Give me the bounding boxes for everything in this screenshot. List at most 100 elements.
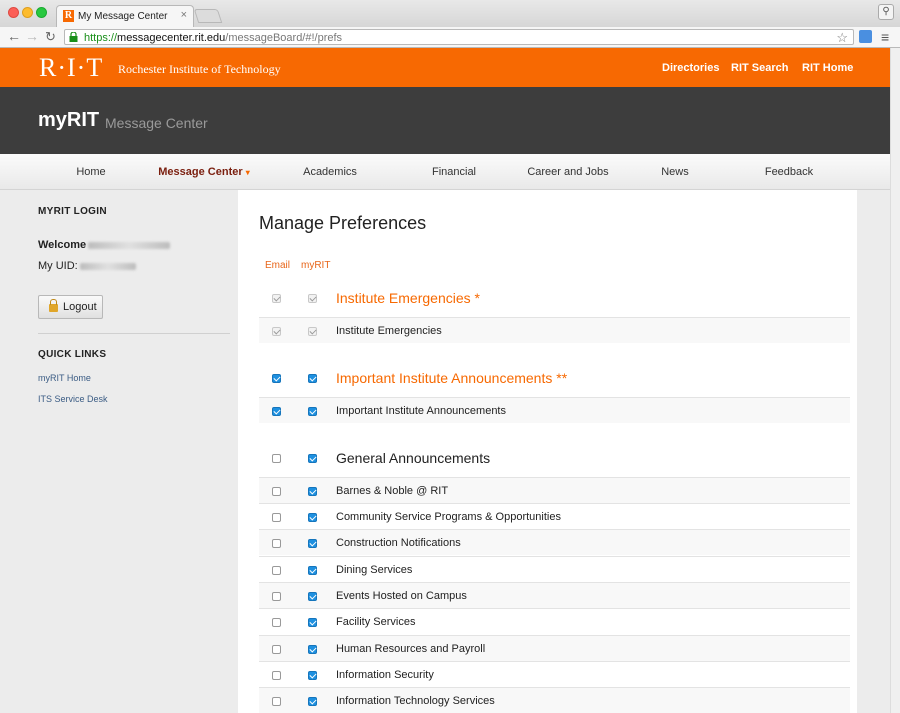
table-row: Barnes & Noble @ RIT [259,477,850,503]
main-content: Manage Preferences Email myRIT Institute… [238,190,857,713]
uid-text: My UID: [38,260,136,272]
row-9-myrit-checkbox[interactable] [308,671,317,680]
table-row: Human Resources and Payroll [259,635,850,661]
nav-career-and-jobs[interactable]: Career and Jobs [527,166,608,178]
logout-button[interactable]: Logout [38,295,103,319]
close-window-button[interactable] [8,7,19,18]
nav-academics[interactable]: Academics [303,166,357,178]
page-scrollbar[interactable] [890,48,900,713]
group-institute-emergencies: Institute Emergencies * [259,284,850,318]
quick-link-its-service-desk[interactable]: ITS Service Desk [38,394,108,404]
row-1-email-checkbox[interactable] [272,407,281,416]
redacted-uid [79,262,136,270]
minimize-window-button[interactable] [22,7,33,18]
browser-tabstrip: R My Message Center × ⚲ [0,0,900,27]
table-row: Community Service Programs & Opportuniti… [259,503,850,529]
row-1-myrit-checkbox[interactable] [308,407,317,416]
rit-home-link[interactable]: RIT Home [802,62,853,74]
nav-feedback[interactable]: Feedback [765,166,813,178]
row-4-email-checkbox[interactable] [272,539,281,548]
row-label: Dining Services [336,564,413,576]
app-subtitle: Message Center [105,115,208,131]
address-bar[interactable]: https://messagecenter.rit.edu/messageBoa… [64,29,854,45]
row-6-myrit-checkbox[interactable] [308,592,317,601]
row-0-myrit-checkbox [308,327,317,336]
caret-down-icon: ▾ [245,168,250,177]
group-important-announcements: Important Institute Announcements ** [259,364,850,398]
row-3-myrit-checkbox[interactable] [308,513,317,522]
rit-favicon-icon: R [63,10,74,22]
group-general-announcements: General Announcements [259,444,850,478]
group-2-myrit-checkbox[interactable] [308,454,317,463]
group-2-email-checkbox[interactable] [272,454,281,463]
table-row: Important Institute Announcements [259,397,850,423]
row-label: Facility Services [336,616,416,628]
browser-tab[interactable]: R My Message Center × [56,5,194,27]
row-8-email-checkbox[interactable] [272,645,281,654]
nav-home[interactable]: Home [76,166,105,178]
extension-icon[interactable] [859,30,872,43]
group-1-email-checkbox[interactable] [272,374,281,383]
row-label: Barnes & Noble @ RIT [336,485,449,497]
row-label: Institute Emergencies [336,325,442,337]
lock-icon [49,299,58,312]
row-9-email-checkbox[interactable] [272,671,281,680]
row-5-myrit-checkbox[interactable] [308,566,317,575]
myrit-column-header: myRIT [301,260,331,271]
forward-arrow-icon[interactable]: → [25,28,39,44]
row-label: Information Technology Services [336,695,495,707]
row-label: Human Resources and Payroll [336,643,486,655]
zoom-window-button[interactable] [36,7,47,18]
row-8-myrit-checkbox[interactable] [308,645,317,654]
row-10-email-checkbox[interactable] [272,697,281,706]
row-2-email-checkbox[interactable] [272,487,281,496]
row-7-myrit-checkbox[interactable] [308,618,317,627]
row-label: Events Hosted on Campus [336,590,467,602]
page-title: Manage Preferences [259,213,427,233]
nav-financial[interactable]: Financial [432,166,476,178]
row-7-email-checkbox[interactable] [272,618,281,627]
browser-menu-icon[interactable]: ≡ [881,29,889,45]
institution-name: Rochester Institute of Technology [118,62,281,76]
tab-close-icon[interactable]: × [181,9,187,21]
back-arrow-icon[interactable]: ← [7,28,21,44]
quick-link-myrit-home[interactable]: myRIT Home [38,373,91,383]
email-column-header: Email [265,260,291,271]
row-4-myrit-checkbox[interactable] [308,539,317,548]
table-row: Events Hosted on Campus [259,582,850,608]
new-tab-button[interactable] [193,9,223,23]
group-1-myrit-checkbox[interactable] [308,374,317,383]
quick-links-heading: QUICK LINKS [38,349,107,360]
row-6-email-checkbox[interactable] [272,592,281,601]
reload-icon[interactable]: ↻ [45,29,56,45]
group-label: Important Institute Announcements ** [336,370,568,386]
profile-icon[interactable]: ⚲ [878,4,894,20]
table-row: Information Security [259,661,850,687]
bookmark-star-icon[interactable]: ☆ [836,30,848,46]
nav-news[interactable]: News [661,166,689,178]
table-row: Construction Notifications [259,529,850,555]
tab-title: My Message Center [78,11,168,22]
table-row: Dining Services [259,556,850,582]
secure-lock-icon [69,32,78,42]
browser-toolbar: ← → ↻ https://messagecenter.rit.edu/mess… [0,27,900,48]
table-row: Facility Services [259,608,850,634]
app-title[interactable]: myRIT [38,109,99,132]
table-row: Information Technology Services [259,687,850,713]
welcome-text: Welcome [38,239,171,251]
row-label: Construction Notifications [336,537,461,549]
redacted-name [88,241,171,249]
group-label: Institute Emergencies * [336,290,480,306]
row-5-email-checkbox[interactable] [272,566,281,575]
rit-search-link[interactable]: RIT Search [731,62,788,74]
directories-link[interactable]: Directories [662,62,719,74]
row-10-myrit-checkbox[interactable] [308,697,317,706]
rit-logo[interactable]: R·I·T [39,53,103,83]
row-3-email-checkbox[interactable] [272,513,281,522]
nav-message-center[interactable]: Message Center ▾ [158,166,249,178]
row-0-email-checkbox [272,327,281,336]
sidebar: MYRIT LOGIN Welcome My UID: Logout QUICK… [0,190,238,713]
row-2-myrit-checkbox[interactable] [308,487,317,496]
group-label: General Announcements [336,450,491,466]
row-label: Information Security [336,669,434,681]
